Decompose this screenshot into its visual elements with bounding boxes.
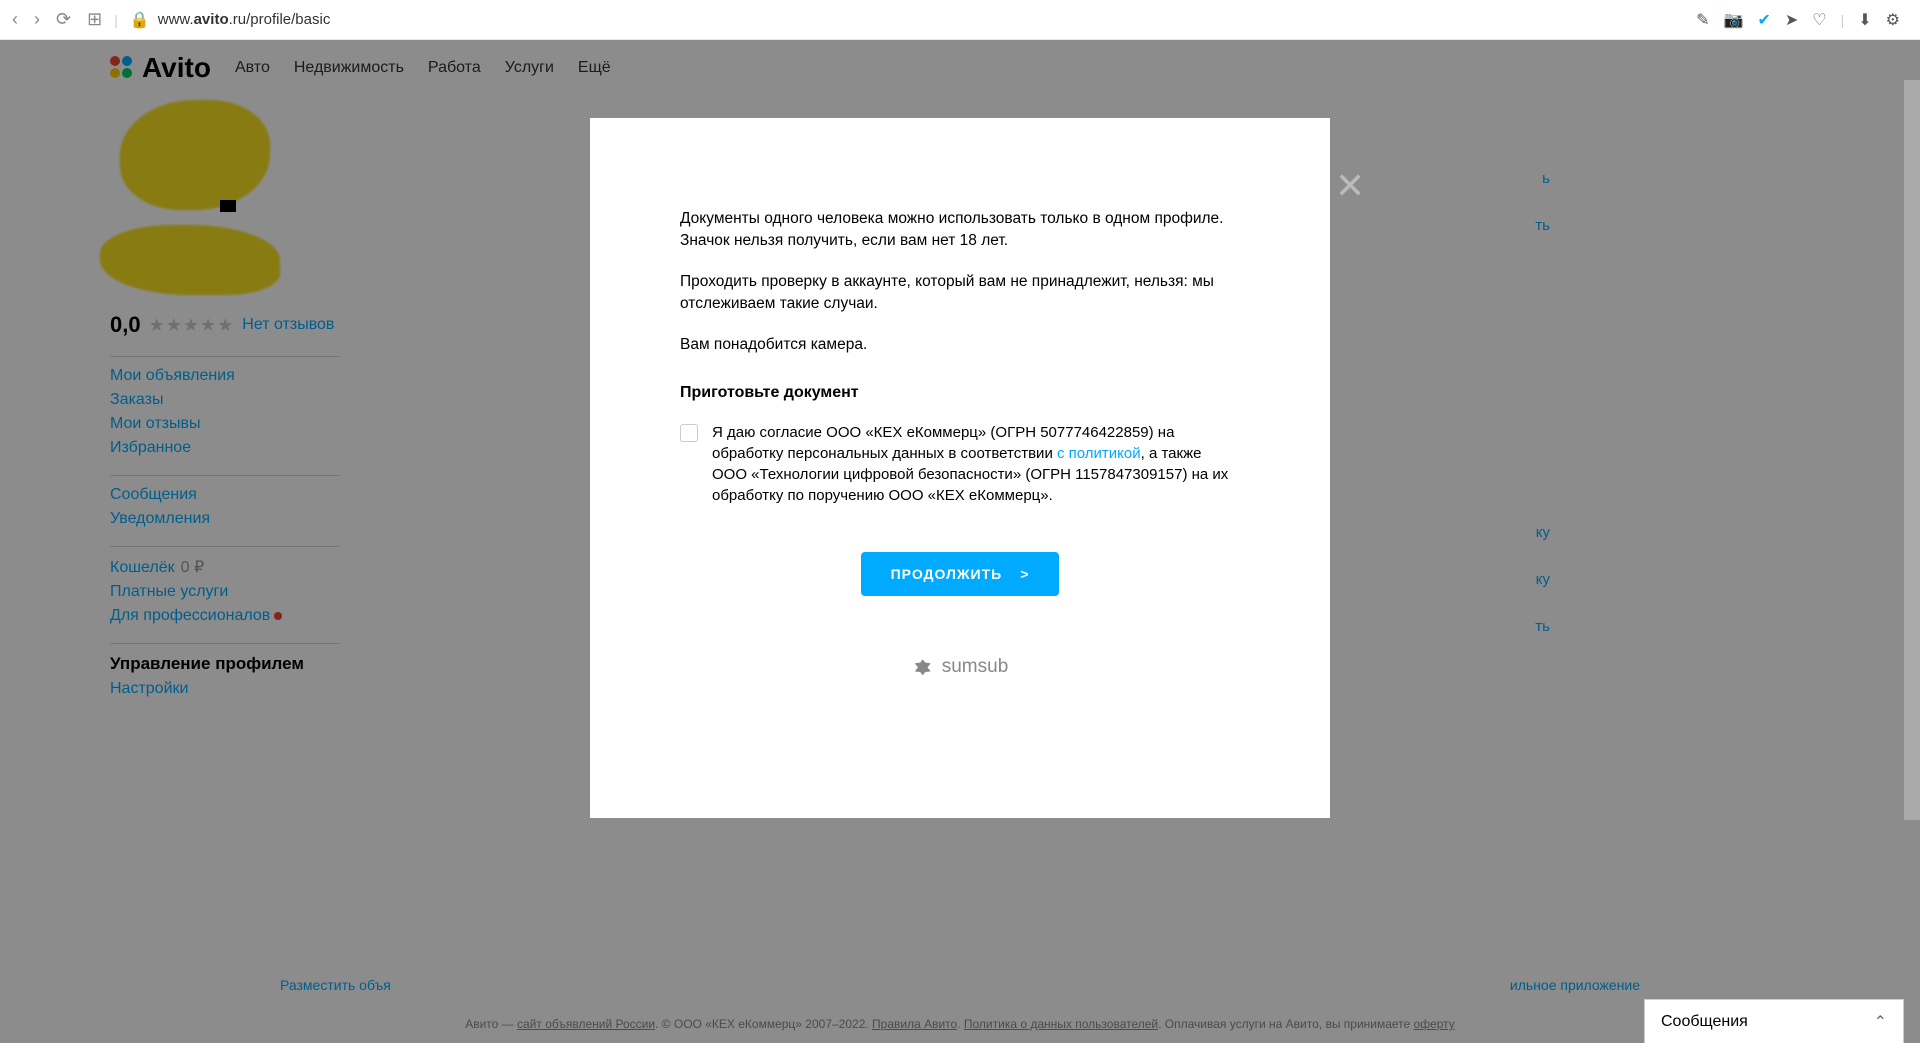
- separator: |: [114, 12, 118, 28]
- header-nav: Авто Недвижимость Работа Услуги Ещё: [235, 59, 611, 77]
- scrollbar[interactable]: [1904, 80, 1920, 820]
- settings-icon[interactable]: ⚙: [1886, 10, 1900, 30]
- nav-services[interactable]: Услуги: [505, 59, 554, 77]
- nav-more[interactable]: Ещё: [578, 59, 611, 77]
- reload-button[interactable]: ⟳: [56, 9, 71, 30]
- chevron-up-icon: ⌃: [1874, 1012, 1887, 1032]
- consent-text: Я даю согласие ООО «КЕХ еКоммерц» (ОГРН …: [712, 422, 1240, 506]
- modal-text-2: Проходить проверку в аккаунте, который в…: [680, 271, 1240, 316]
- sumsub-icon: [912, 656, 934, 678]
- nav-auto[interactable]: Авто: [235, 59, 270, 77]
- camera-icon[interactable]: 📷: [1724, 10, 1744, 30]
- nav-arrows: ‹ › ⟳ ⊞: [12, 9, 102, 30]
- nav-realty[interactable]: Недвижимость: [294, 59, 404, 77]
- verification-modal: Документы одного человека можно использо…: [590, 118, 1330, 818]
- back-button[interactable]: ‹: [12, 9, 18, 30]
- nav-jobs[interactable]: Работа: [428, 59, 481, 77]
- download-icon[interactable]: ⬇: [1858, 10, 1871, 30]
- sumsub-logo: sumsub: [680, 656, 1240, 678]
- browser-toolbar: ‹ › ⟳ ⊞ | 🔒 www.avito.ru/profile/basic ✎…: [0, 0, 1920, 40]
- policy-link[interactable]: с политикой: [1057, 445, 1141, 462]
- send-icon[interactable]: ➤: [1785, 10, 1798, 30]
- modal-overlay: ✕ Документы одного человека можно исполь…: [0, 80, 1920, 1043]
- modal-text-3: Вам понадобится камера.: [680, 334, 1240, 356]
- consent-row: Я даю согласие ООО «КЕХ еКоммерц» (ОГРН …: [680, 422, 1240, 506]
- chevron-right-icon: >: [1020, 566, 1029, 582]
- modal-heading: Приготовьте документ: [680, 384, 1240, 402]
- close-icon[interactable]: ✕: [1335, 165, 1365, 207]
- modal-text-1: Документы одного человека можно использо…: [680, 208, 1240, 253]
- continue-button[interactable]: ПРОДОЛЖИТЬ>: [861, 552, 1060, 596]
- address-bar[interactable]: 🔒 www.avito.ru/profile/basic: [130, 10, 1684, 30]
- shield-icon[interactable]: ✔: [1757, 10, 1770, 30]
- messages-label: Сообщения: [1661, 1013, 1748, 1031]
- logo-dots-icon: [110, 54, 138, 82]
- consent-checkbox[interactable]: [680, 424, 698, 442]
- edit-icon[interactable]: ✎: [1696, 10, 1709, 30]
- heart-icon[interactable]: ♡: [1812, 10, 1826, 30]
- url-text: www.avito.ru/profile/basic: [158, 11, 331, 28]
- messages-dock[interactable]: Сообщения ⌃: [1644, 999, 1904, 1043]
- chrome-actions: ✎ 📷 ✔ ➤ ♡ | ⬇ ⚙: [1696, 10, 1900, 30]
- forward-button[interactable]: ›: [34, 9, 40, 30]
- apps-icon[interactable]: ⊞: [87, 9, 102, 30]
- lock-icon: 🔒: [130, 10, 150, 30]
